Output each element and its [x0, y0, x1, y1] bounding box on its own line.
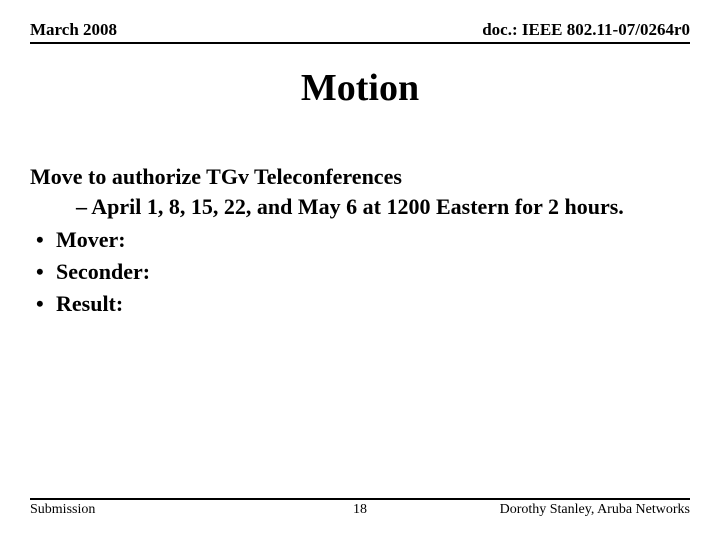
slide-footer: Submission 18 Dorothy Stanley, Aruba Net… [30, 498, 690, 518]
bullet-result: Result: [30, 289, 690, 319]
slide-title: Motion [30, 66, 690, 110]
motion-bullets: Mover: Seconder: Result: [30, 225, 690, 318]
header-doc-ref: doc.: IEEE 802.11-07/0264r0 [482, 20, 690, 40]
bullet-seconder: Seconder: [30, 257, 690, 287]
slide-header: March 2008 doc.: IEEE 802.11-07/0264r0 [30, 20, 690, 44]
slide-body: Move to authorize TGv Teleconferences – … [30, 162, 690, 318]
bullet-mover: Mover: [30, 225, 690, 255]
footer-page: 18 [250, 502, 470, 518]
header-date: March 2008 [30, 20, 117, 40]
motion-schedule: – April 1, 8, 15, 22, and May 6 at 1200 … [30, 192, 690, 222]
footer-left: Submission [30, 502, 250, 518]
footer-author: Dorothy Stanley, Aruba Networks [470, 502, 690, 518]
motion-lead: Move to authorize TGv Teleconferences [30, 162, 690, 192]
